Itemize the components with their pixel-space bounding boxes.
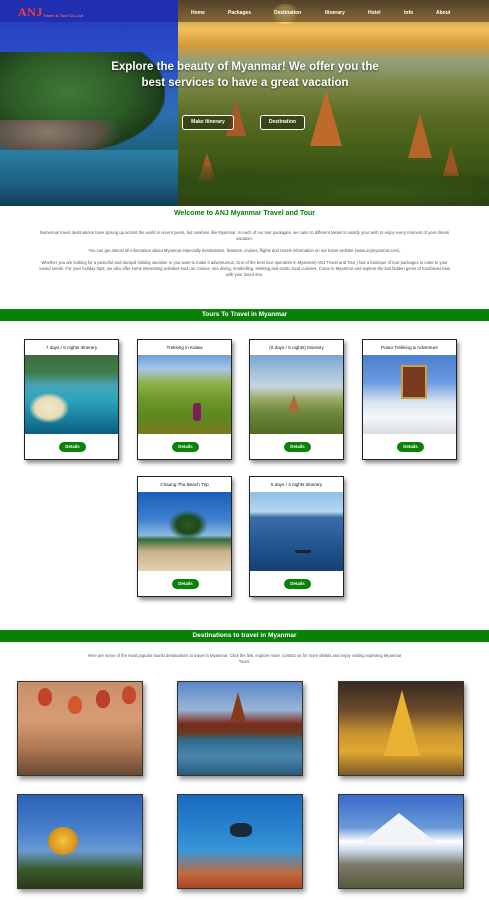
tour-card-title: (6 days / 5 nights) Itinerary bbox=[269, 345, 324, 350]
nav-packages[interactable]: Packages bbox=[228, 10, 251, 16]
nav-destination[interactable]: Destination bbox=[274, 10, 301, 16]
tour-card-title: 5 days / 4 nights Itinerary bbox=[270, 482, 323, 487]
logo-area: ANJ Travel & Tour Co.,Ltd bbox=[0, 0, 178, 22]
nav-hotel[interactable]: Hotel bbox=[368, 10, 381, 16]
nav-info[interactable]: Info bbox=[404, 10, 413, 16]
destinations-intro: Here are some of the most popular touris… bbox=[87, 653, 402, 664]
hero-headline: Explore the beauty of Myanmar! We offer … bbox=[111, 61, 379, 89]
destination-balloons-bagan[interactable] bbox=[17, 681, 143, 776]
tour-card-image[interactable] bbox=[138, 355, 231, 434]
destination-mandalay-palace[interactable] bbox=[177, 681, 303, 776]
main-nav: Home Packages Destination Itinerary Hote… bbox=[178, 0, 489, 22]
tour-card-image[interactable] bbox=[250, 492, 343, 571]
destinations-section-heading: Destinations to travel in Myanmar bbox=[0, 630, 489, 642]
logo-tagline: Travel & Tour Co.,Ltd bbox=[43, 13, 84, 18]
destination-snow-mountain[interactable] bbox=[338, 794, 464, 889]
nav-home[interactable]: Home bbox=[191, 10, 205, 16]
make-itinerary-button[interactable]: Make Itinerary bbox=[182, 115, 234, 130]
tour-card-image[interactable] bbox=[25, 355, 118, 434]
nav-about[interactable]: About bbox=[436, 10, 450, 16]
tour-card-image[interactable] bbox=[250, 355, 343, 434]
tour-card-image[interactable] bbox=[138, 492, 231, 571]
details-button[interactable]: Details bbox=[172, 442, 199, 452]
destination-button[interactable]: Destination bbox=[260, 115, 305, 130]
top-navigation-bar: ANJ Travel & Tour Co.,Ltd Home Packages … bbox=[0, 0, 489, 22]
welcome-heading: Welcome to ANJ Myanmar Travel and Tour bbox=[173, 210, 316, 217]
tour-card-1[interactable]: 7 days / 6 nights Itinerary Details bbox=[24, 339, 119, 460]
nav-itinerary[interactable]: Itinerary bbox=[325, 10, 345, 16]
details-button[interactable]: Details bbox=[397, 442, 424, 452]
hero-bagan-image bbox=[178, 0, 489, 206]
hero-island-image bbox=[0, 0, 178, 206]
site-logo[interactable]: ANJ bbox=[18, 5, 43, 20]
details-button[interactable]: Details bbox=[284, 442, 311, 452]
destination-golden-rock[interactable] bbox=[17, 794, 143, 889]
tour-card-title: Trekking in Kalaw bbox=[166, 345, 203, 350]
details-button[interactable]: Details bbox=[172, 579, 199, 589]
details-button[interactable]: Details bbox=[59, 442, 86, 452]
hero-banner: ANJ Travel & Tour Co.,Ltd Home Packages … bbox=[0, 0, 489, 206]
tour-card-4[interactable]: Putao Trekking & Adventure Details bbox=[362, 339, 457, 460]
destination-shwedagon-pagoda[interactable] bbox=[338, 681, 464, 776]
tour-card-title: Chaung Tha Beach Trip bbox=[160, 482, 209, 487]
tour-card-title: Putao Trekking & Adventure bbox=[381, 345, 438, 350]
tour-card-2[interactable]: Trekking in Kalaw Details bbox=[137, 339, 232, 460]
welcome-paragraph-3: Whether you are looking for a peaceful a… bbox=[39, 260, 450, 277]
tour-card-title: 7 days / 6 nights Itinerary bbox=[45, 345, 98, 350]
tours-section-heading: Tours To Travel in Myanmar bbox=[0, 309, 489, 321]
tour-card-image[interactable] bbox=[363, 355, 456, 434]
tour-card-5[interactable]: Chaung Tha Beach Trip Details bbox=[137, 476, 232, 597]
destination-diving[interactable] bbox=[177, 794, 303, 889]
welcome-paragraph-2: You can get almost all information about… bbox=[88, 248, 401, 253]
tour-card-6[interactable]: 5 days / 4 nights Itinerary Details bbox=[249, 476, 344, 597]
details-button[interactable]: Details bbox=[284, 579, 311, 589]
tour-card-3[interactable]: (6 days / 5 nights) Itinerary Details bbox=[249, 339, 344, 460]
welcome-paragraph-1: Numerous travel destinations have sprung… bbox=[39, 230, 450, 241]
